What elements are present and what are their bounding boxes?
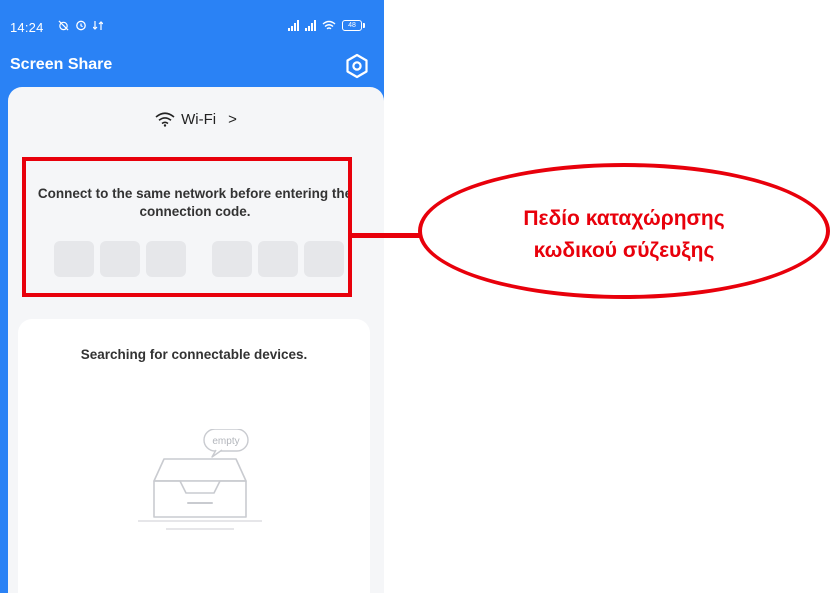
data-arrows-icon xyxy=(93,20,103,30)
stage: 14:24 48 Screen Share Wi-Fi > Connect to… xyxy=(0,0,836,593)
chevron-right-icon: > xyxy=(228,111,237,128)
empty-badge-text: empty xyxy=(212,436,239,447)
callout-text: Πεδίο καταχώρησης κωδικού σύζευξης xyxy=(422,203,826,267)
wifi-icon xyxy=(155,112,175,127)
wifi-network-selector[interactable]: Wi-Fi > xyxy=(8,111,384,128)
empty-inbox-icon: empty xyxy=(138,429,262,530)
callout-line-1: Πεδίο καταχώρησης xyxy=(523,207,725,230)
annotation-connector xyxy=(352,233,424,238)
alarm-off-icon xyxy=(58,19,69,31)
annotation-highlight-box xyxy=(22,157,352,297)
status-icons-right: 48 xyxy=(288,20,365,31)
wifi-label: Wi-Fi xyxy=(181,111,217,128)
signal-icon-2 xyxy=(305,20,316,31)
device-list-card: Searching for connectable devices. empty xyxy=(18,319,370,593)
status-icons-left xyxy=(58,19,103,31)
settings-hexagon-icon xyxy=(346,53,368,79)
signal-icon xyxy=(288,20,299,31)
searching-status: Searching for connectable devices. xyxy=(80,347,308,362)
annotation-callout: Πεδίο καταχώρησης κωδικού σύζευξης xyxy=(418,163,830,299)
page-title: Screen Share xyxy=(10,56,113,73)
battery-icon: 48 xyxy=(342,20,365,31)
settings-button[interactable] xyxy=(344,53,370,79)
alarm-clock-icon xyxy=(76,20,86,31)
wifi-status-icon xyxy=(322,20,336,30)
status-bar: 14:24 48 xyxy=(0,0,384,50)
status-time: 14:24 xyxy=(10,20,44,35)
callout-line-2: κωδικού σύζευξης xyxy=(533,239,715,262)
